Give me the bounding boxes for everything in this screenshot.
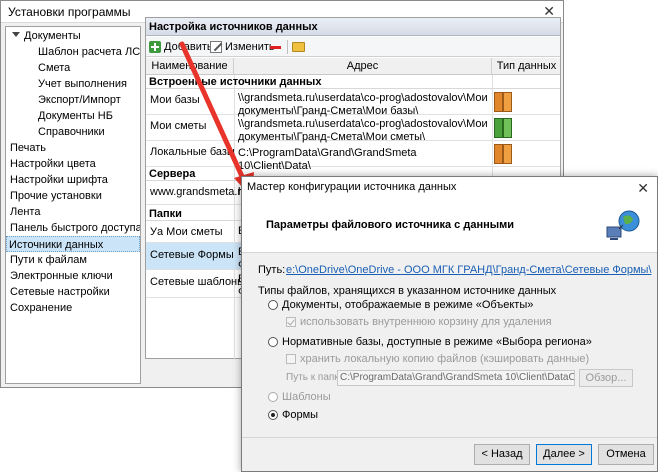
panel-title: Настройка источников данных [146, 18, 560, 36]
tree-item-file-paths[interactable]: Пути к файлам [8, 252, 89, 268]
back-button[interactable]: < Назад [474, 444, 530, 465]
checkbox-use-trash[interactable]: использовать внутреннюю корзину для удал… [286, 316, 552, 328]
radio-documents[interactable]: Документы, отображаемые в режиме «Объект… [268, 299, 533, 311]
checkbox-box[interactable] [286, 354, 296, 364]
radio-templates[interactable]: Шаблоны [268, 391, 331, 403]
edit-button-label: Изменить [225, 41, 275, 53]
checkbox-local-copy[interactable]: хранить локальную копию файлов (кэширова… [286, 353, 589, 365]
radio-circle[interactable] [268, 392, 278, 402]
settings-tree: Документы Шаблон расчета ЛС Смета Учет в… [5, 26, 141, 384]
dialog-header: Параметры файлового источника с данными [242, 199, 657, 253]
toolbar: Добавить Изменить [146, 37, 560, 57]
folder-path-label: Путь к папке [286, 372, 345, 383]
tree-item-ribbon[interactable]: Лента [8, 204, 42, 220]
table-row[interactable]: Локальные базы C:\ProgramData\Grand\Gran… [146, 141, 560, 172]
tree-item-template[interactable]: Шаблон расчета ЛС [36, 44, 140, 60]
toolbar-separator [287, 40, 288, 54]
tree-item-documents[interactable]: Документы [22, 28, 83, 44]
add-icon [149, 41, 161, 53]
network-globe-icon [606, 210, 640, 240]
tree-item-colors[interactable]: Настройки цвета [8, 156, 98, 172]
next-button[interactable]: Далее > [536, 444, 592, 465]
radio-forms-label: Формы [282, 409, 319, 421]
dialog-divider [242, 437, 657, 438]
tree-item-accounting[interactable]: Учет выполнения [36, 76, 129, 92]
dialog-title: Мастер конфигурации источника данных [247, 181, 457, 193]
tree-item-keys[interactable]: Электронные ключи [8, 268, 115, 284]
edit-icon [210, 41, 222, 53]
radio-forms[interactable]: Формы [268, 409, 318, 421]
browse-button[interactable]: Обзор... [579, 369, 633, 387]
table-row[interactable]: Мои базы \\grandsmeta.ru\userdata\co-pro… [146, 89, 560, 117]
close-icon[interactable]: ✕ [637, 180, 649, 197]
row-name: Сетевые шаблоны [150, 276, 246, 288]
tree-item-estimate[interactable]: Смета [36, 60, 72, 76]
tree-item-other[interactable]: Прочие установки [8, 188, 104, 204]
estimates-icon [492, 116, 514, 140]
dialog-heading: Параметры файлового источника с данными [266, 219, 515, 231]
books-icon [492, 142, 514, 166]
add-button-label: Добавить [164, 41, 213, 53]
add-button[interactable]: Добавить [149, 39, 213, 55]
tree-item-references[interactable]: Справочники [36, 124, 107, 140]
edit-button[interactable]: Изменить [210, 39, 275, 55]
column-name[interactable]: Наименование [146, 58, 234, 75]
folder-icon [292, 42, 305, 52]
grid-header: Наименование Адрес Тип данных [146, 58, 560, 75]
window-title: Установки программы [8, 5, 131, 19]
path-link[interactable]: e:\OneDrive\OneDrive - ООО МГК ГРАНД\Гра… [286, 264, 652, 276]
books-icon [492, 90, 514, 114]
radio-normative-label: Нормативные базы, доступные в режиме «Вы… [282, 336, 592, 348]
row-name: www.grandsmeta.ru [150, 186, 248, 198]
tree-item-print[interactable]: Печать [8, 140, 48, 156]
folder-path-input[interactable]: C:\ProgramData\Grand\GrandSmeta 10\Clien… [337, 370, 575, 386]
radio-documents-label: Документы, отображаемые в режиме «Объект… [282, 299, 534, 311]
checkbox-local-copy-label: хранить локальную копию файлов (кэширова… [300, 353, 590, 365]
tree-item-data-sources[interactable]: Источники данных [6, 236, 140, 252]
table-row[interactable]: Мои сметы \\grandsmeta.ru\userdata\co-pr… [146, 115, 560, 143]
row-name: Локальные базы [150, 146, 235, 158]
row-name: Мои базы [150, 94, 200, 106]
row-name: Сетевые Формы [150, 249, 234, 261]
file-types-label: Типы файлов, хранящихся в указанном исто… [258, 285, 557, 297]
column-type[interactable]: Тип данных [492, 58, 561, 75]
radio-normative[interactable]: Нормативные базы, доступные в режиме «Вы… [268, 336, 592, 348]
tree-item-quick-access[interactable]: Панель быстрого доступа [8, 220, 140, 236]
tree-item-export-import[interactable]: Экспорт/Импорт [36, 92, 123, 108]
path-label: Путь: [258, 264, 286, 276]
column-address[interactable]: Адрес [234, 58, 492, 75]
open-folder-button[interactable] [292, 39, 305, 55]
config-wizard-dialog: Мастер конфигурации источника данных ✕ П… [241, 176, 658, 472]
checkbox-box[interactable] [286, 317, 296, 327]
delete-icon [270, 45, 281, 49]
radio-circle[interactable] [268, 337, 278, 347]
group-builtin[interactable]: Встроенные источники данных [146, 75, 560, 89]
tree-item-nb-documents[interactable]: Документы НБ [36, 108, 115, 124]
radio-circle[interactable] [268, 300, 278, 310]
expand-arrow-icon[interactable] [12, 32, 20, 37]
checkbox-use-trash-label: использовать внутреннюю корзину для удал… [300, 316, 552, 328]
radio-circle-selected[interactable] [268, 410, 278, 420]
tree-item-fonts[interactable]: Настройки шрифта [8, 172, 110, 188]
radio-templates-label: Шаблоны [282, 391, 331, 403]
delete-button[interactable] [270, 39, 281, 55]
row-name: Мои сметы [150, 120, 207, 132]
tree-item-network[interactable]: Сетевые настройки [8, 284, 112, 300]
row-name: Уа Мои сметы [150, 226, 223, 238]
tree-item-saving[interactable]: Сохранение [8, 300, 74, 316]
cancel-button[interactable]: Отмена [598, 444, 654, 465]
dialog-title-bar: Мастер конфигурации источника данных ✕ [242, 177, 657, 199]
